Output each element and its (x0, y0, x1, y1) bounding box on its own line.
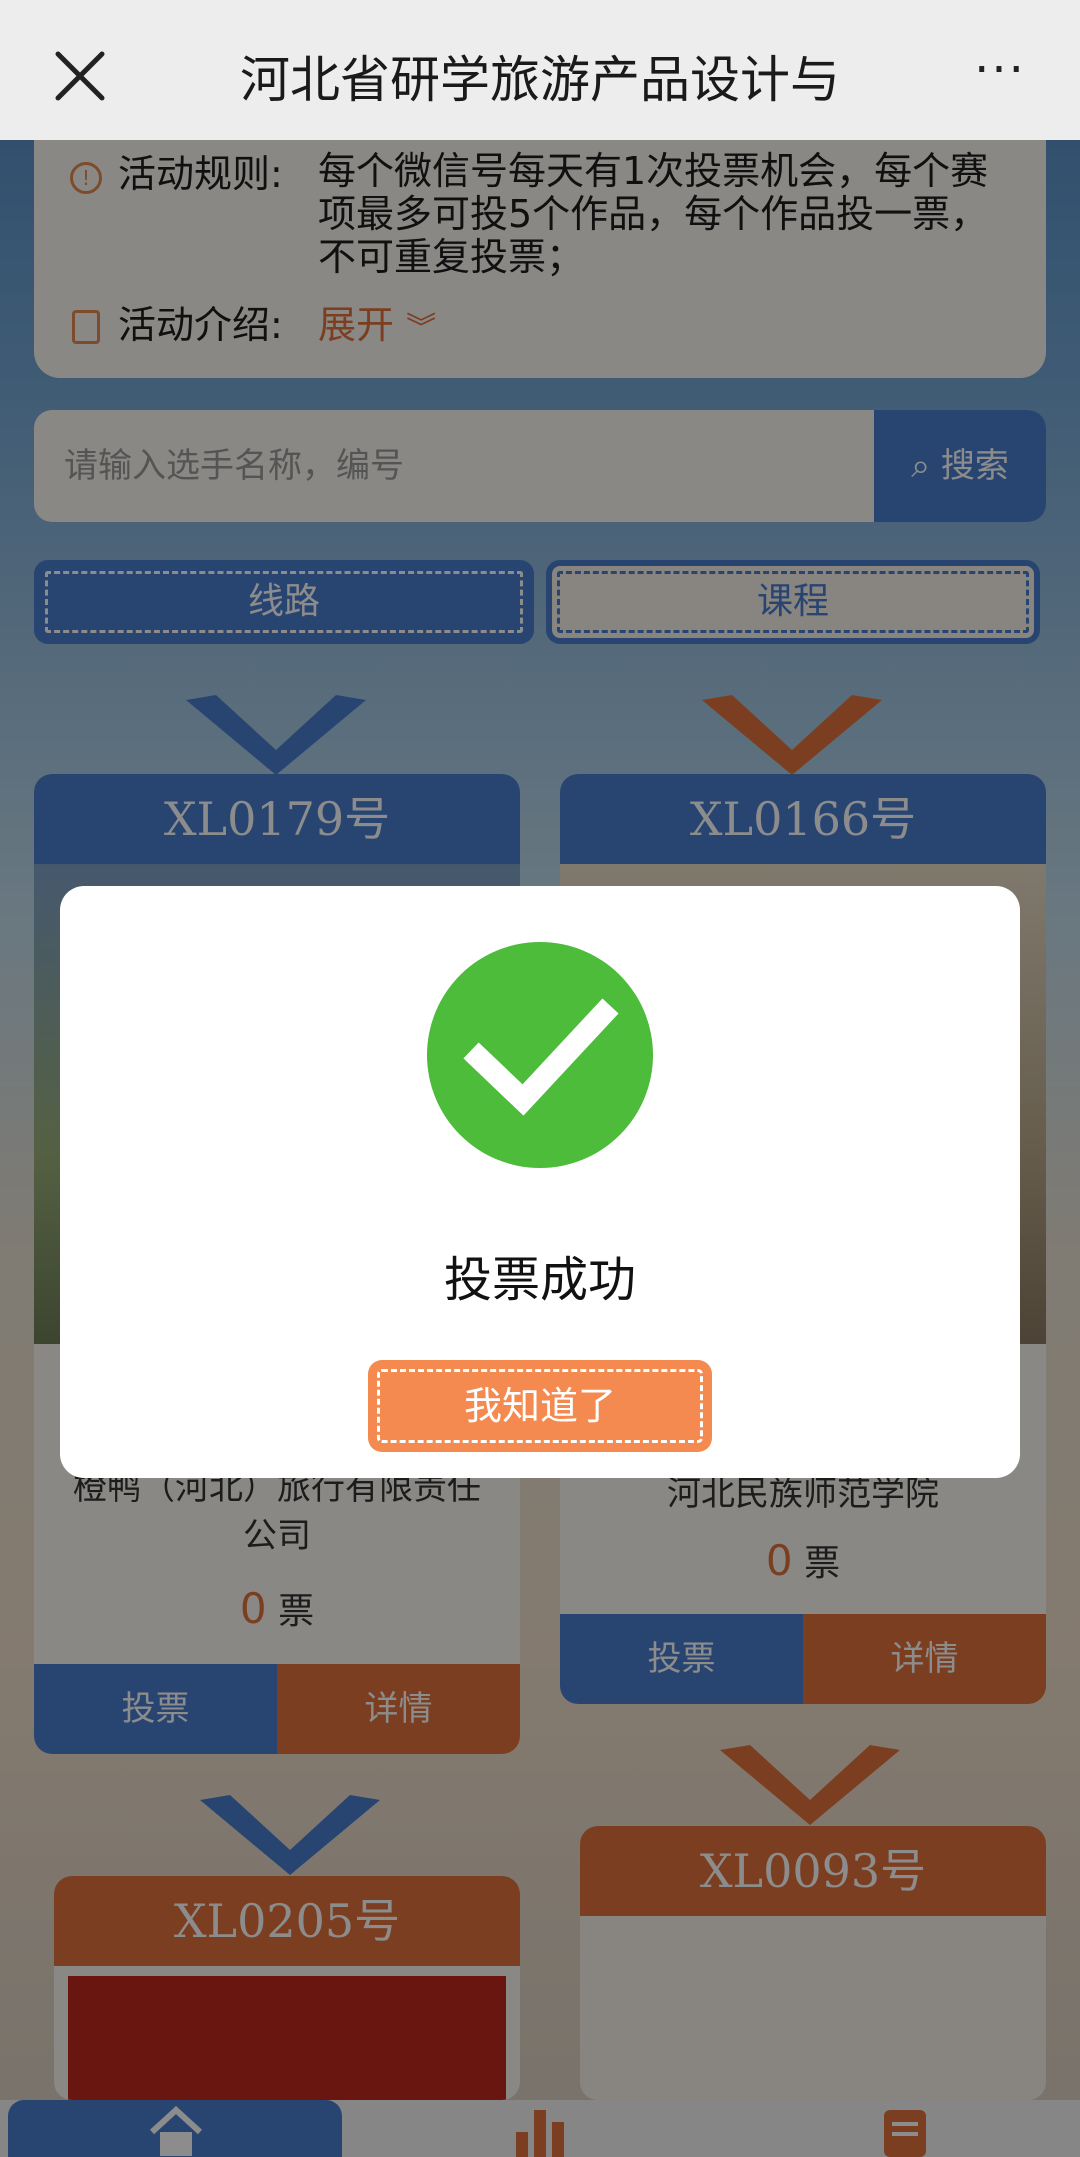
success-message: 投票成功 (443, 1252, 636, 1308)
page-title: 河北省研学旅游产品设计与 (240, 51, 840, 109)
success-check-icon (427, 942, 653, 1168)
top-bar: 河北省研学旅游产品设计与 ··· (0, 0, 1080, 140)
close-icon[interactable] (50, 46, 110, 106)
confirm-button[interactable]: 我知道了 (368, 1360, 712, 1452)
more-icon[interactable]: ··· (960, 46, 1040, 110)
success-dialog: 投票成功 我知道了 (60, 886, 1020, 1478)
